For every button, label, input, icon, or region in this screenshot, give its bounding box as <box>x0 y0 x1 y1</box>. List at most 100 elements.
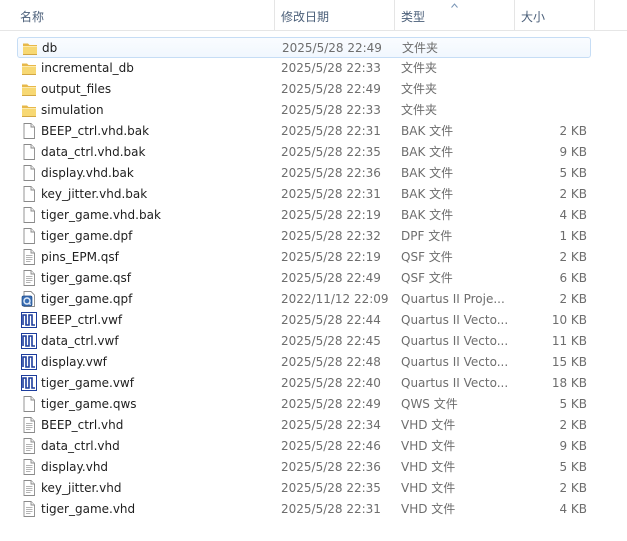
file-name: BEEP_ctrl.vwf <box>41 313 123 327</box>
waveform-icon <box>20 374 38 392</box>
folder-row[interactable]: output_files 2025/5/28 22:49 文件夹 <box>17 79 591 100</box>
file-row[interactable]: display.vwf 2025/5/28 22:48 Quartus II Vec… <box>17 352 591 373</box>
file-name: BEEP_ctrl.vhd <box>41 418 124 432</box>
file-modified-date: 2025/5/28 22:44 <box>281 313 381 327</box>
text-file-icon <box>20 269 38 287</box>
text-file-icon <box>20 500 38 518</box>
file-icon <box>20 185 38 203</box>
file-type: 文件夹 <box>401 103 438 117</box>
file-name: tiger_game.qsf <box>41 271 131 285</box>
file-type: 文件夹 <box>401 82 438 96</box>
file-row[interactable]: display.vhd 2025/5/28 22:36 VHD 文件 5 KB <box>17 457 591 478</box>
file-type: VHD 文件 <box>401 460 456 474</box>
folder-icon <box>20 101 38 119</box>
file-row[interactable]: tiger_game.qsf 2025/5/28 22:49 QSF 文件 6 KB <box>17 268 591 289</box>
text-file-icon <box>20 479 38 497</box>
folder-row[interactable]: simulation 2025/5/28 22:33 文件夹 <box>17 100 591 121</box>
file-modified-date: 2025/5/28 22:31 <box>281 124 381 138</box>
file-row[interactable]: tiger_game.vwf 2025/5/28 22:40 Quartus II … <box>17 373 591 394</box>
folder-row[interactable]: db 2025/5/28 22:49 文件夹 <box>17 37 591 58</box>
file-row[interactable]: tiger_game.vhd.bak 2025/5/28 22:19 BAK 文件 4… <box>17 205 591 226</box>
file-size: 9 KB <box>559 145 587 159</box>
file-size: 15 KB <box>551 355 587 369</box>
file-name: output_files <box>41 82 112 96</box>
file-size: 5 KB <box>559 397 587 411</box>
file-modified-date: 2025/5/28 22:19 <box>281 208 381 222</box>
file-modified-date: 2025/5/28 22:31 <box>281 187 381 201</box>
waveform-icon <box>20 311 38 329</box>
file-modified-date: 2025/5/28 22:32 <box>281 229 381 243</box>
quartus-project-icon <box>20 290 38 308</box>
file-type: DPF 文件 <box>401 229 453 243</box>
file-row[interactable]: BEEP_ctrl.vhd.bak 2025/5/28 22:31 BAK 文件 2 … <box>17 121 591 142</box>
file-icon <box>20 164 38 182</box>
file-type: BAK 文件 <box>401 208 454 222</box>
file-modified-date: 2025/5/28 22:49 <box>281 271 381 285</box>
folder-row[interactable]: incremental_db 2025/5/28 22:33 文件夹 <box>17 58 591 79</box>
column-header-date[interactable]: 修改日期 <box>274 0 394 30</box>
file-icon <box>20 395 38 413</box>
text-file-icon <box>20 437 38 455</box>
file-icon <box>20 122 38 140</box>
file-icon <box>20 227 38 245</box>
file-type: VHD 文件 <box>401 418 456 432</box>
file-type: 文件夹 <box>401 61 438 75</box>
column-header-filler <box>594 0 627 30</box>
file-modified-date: 2025/5/28 22:49 <box>281 397 381 411</box>
file-row[interactable]: data_ctrl.vhd 2025/5/28 22:46 VHD 文件 9 KB <box>17 436 591 457</box>
column-header-name[interactable]: 名称 <box>14 0 274 30</box>
column-header-size[interactable]: 大小 <box>514 0 594 30</box>
file-row[interactable]: data_ctrl.vwf 2025/5/28 22:45 Quartus II V… <box>17 331 591 352</box>
file-row[interactable]: data_ctrl.vhd.bak 2025/5/28 22:35 BAK 文件 9 … <box>17 142 591 163</box>
file-row[interactable]: key_jitter.vhd.bak 2025/5/28 22:31 BAK 文件 2… <box>17 184 591 205</box>
file-size: 6 KB <box>559 271 587 285</box>
file-modified-date: 2025/5/28 22:35 <box>281 145 381 159</box>
file-type: QWS 文件 <box>401 397 458 411</box>
file-type: BAK 文件 <box>401 166 454 180</box>
file-type: Quartus II Proje... <box>401 292 505 306</box>
file-size <box>517 58 587 79</box>
file-size: 4 KB <box>559 502 587 516</box>
file-name: tiger_game.vhd <box>41 502 136 516</box>
file-row[interactable]: key_jitter.vhd 2025/5/28 22:35 VHD 文件 2 KB <box>17 478 591 499</box>
folder-icon <box>20 80 38 98</box>
file-size: 2 KB <box>559 187 587 201</box>
file-size: 11 KB <box>551 334 587 348</box>
file-size: 2 KB <box>559 124 587 138</box>
file-icon <box>20 143 38 161</box>
file-row[interactable]: tiger_game.vhd 2025/5/28 22:31 VHD 文件 4 KB <box>17 499 591 520</box>
file-row[interactable]: BEEP_ctrl.vwf 2025/5/28 22:44 Quartus II V… <box>17 310 591 331</box>
folder-icon <box>20 59 38 77</box>
file-type: Quartus II Vecto... <box>401 376 509 390</box>
file-row[interactable]: BEEP_ctrl.vhd 2025/5/28 22:34 VHD 文件 2 KB <box>17 415 591 436</box>
file-modified-date: 2025/5/28 22:33 <box>281 103 381 117</box>
file-modified-date: 2025/5/28 22:46 <box>281 439 381 453</box>
file-name: tiger_game.dpf <box>41 229 133 243</box>
file-row[interactable]: pins_EPM.qsf 2025/5/28 22:19 QSF 文件 2 KB <box>17 247 591 268</box>
file-row[interactable]: tiger_game.qpf 2022/11/12 22:09 Quartus II… <box>17 289 591 310</box>
file-modified-date: 2025/5/28 22:19 <box>281 250 381 264</box>
file-modified-date: 2025/5/28 22:36 <box>281 460 381 474</box>
file-row[interactable]: tiger_game.qws 2025/5/28 22:49 QWS 文件 5 KB <box>17 394 591 415</box>
file-name: tiger_game.vhd.bak <box>41 208 161 222</box>
file-name: display.vhd <box>41 460 109 474</box>
file-size: 10 KB <box>551 313 587 327</box>
text-file-icon <box>20 248 38 266</box>
file-size: 2 KB <box>559 418 587 432</box>
file-type: BAK 文件 <box>401 124 454 138</box>
file-modified-date: 2025/5/28 22:31 <box>281 502 381 516</box>
text-file-icon <box>20 416 38 434</box>
file-size: 2 KB <box>559 250 587 264</box>
file-modified-date: 2025/5/28 22:36 <box>281 166 381 180</box>
file-type: Quartus II Vecto... <box>401 334 509 348</box>
file-type: Quartus II Vecto... <box>401 355 509 369</box>
file-name: pins_EPM.qsf <box>41 250 119 264</box>
file-name: display.vwf <box>41 355 107 369</box>
file-size: 4 KB <box>559 208 587 222</box>
file-row[interactable]: display.vhd.bak 2025/5/28 22:36 BAK 文件 5 KB <box>17 163 591 184</box>
file-row[interactable]: tiger_game.dpf 2025/5/28 22:32 DPF 文件 1 KB <box>17 226 591 247</box>
file-size: 18 KB <box>551 376 587 390</box>
file-size: 5 KB <box>559 460 587 474</box>
file-type: VHD 文件 <box>401 481 456 495</box>
file-modified-date: 2022/11/12 22:09 <box>281 292 389 306</box>
